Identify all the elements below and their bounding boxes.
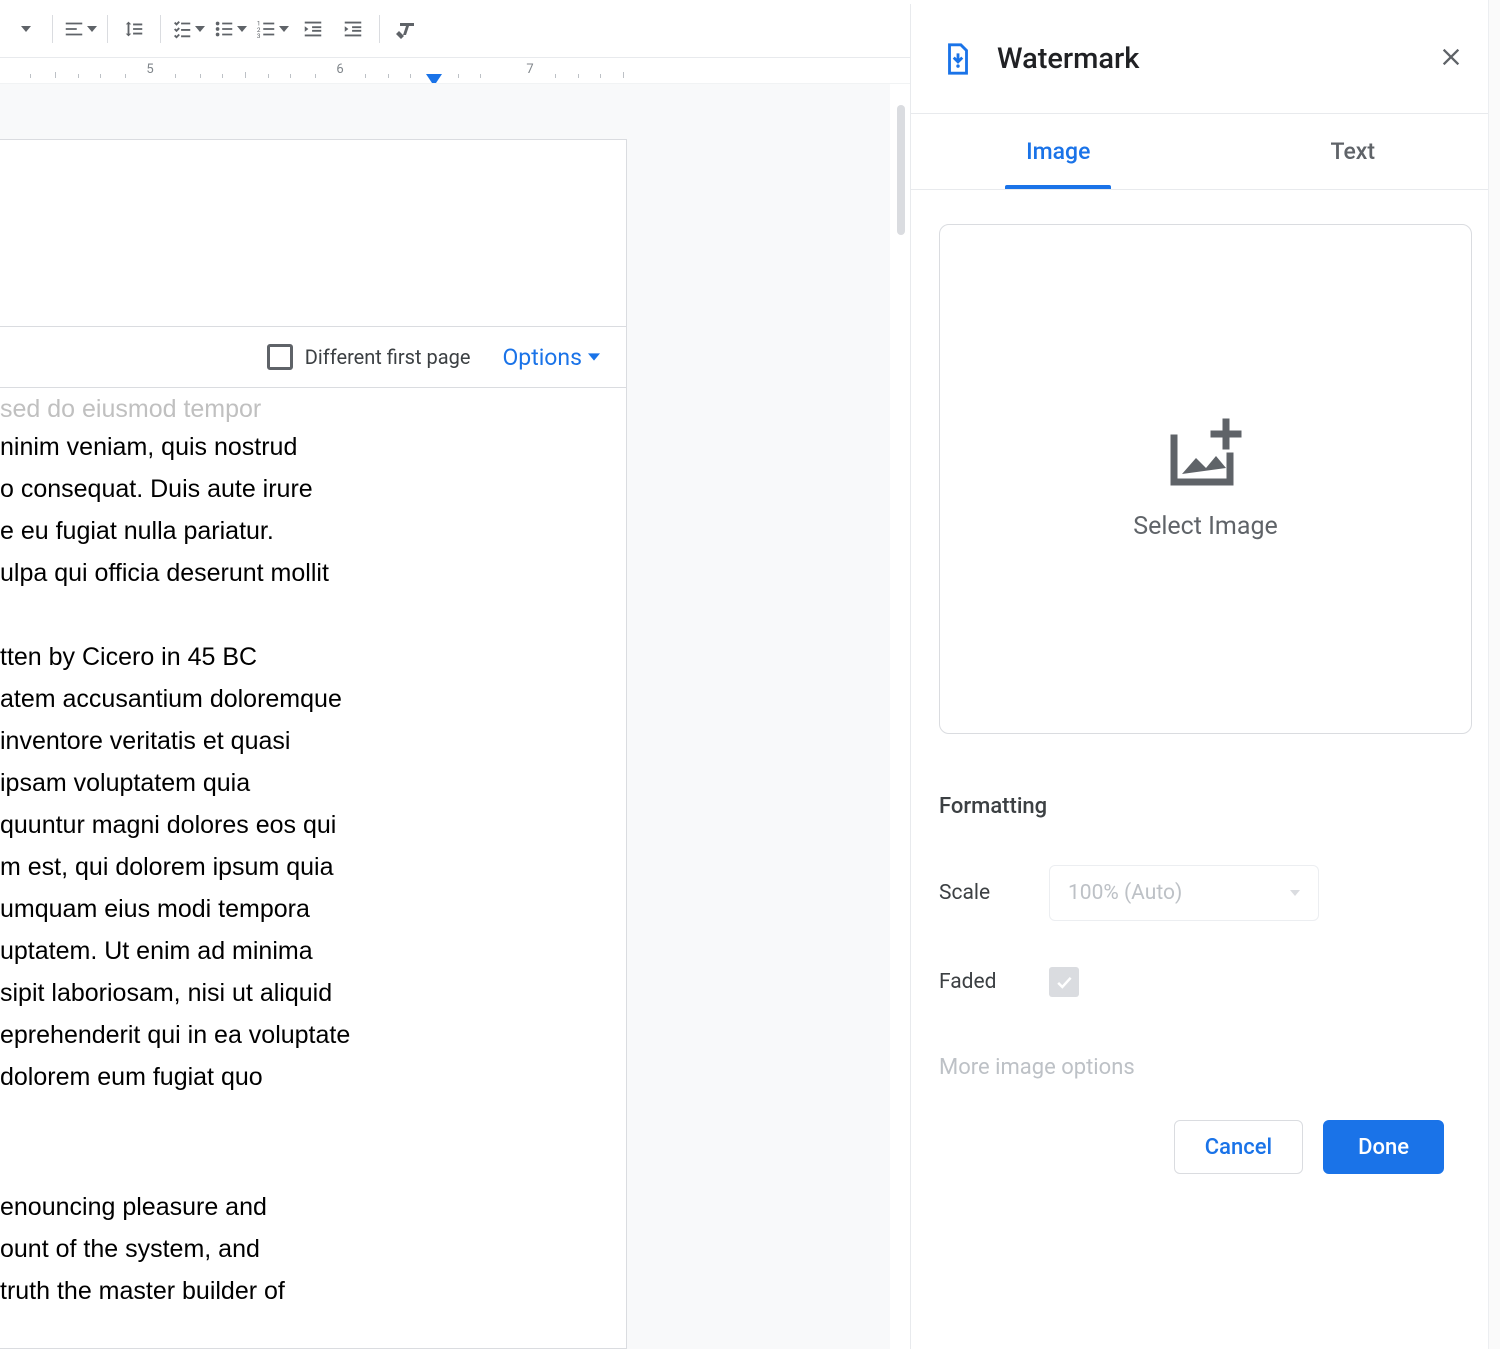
document-area: Different first page Options sed do eius… (0, 84, 890, 1349)
line-spacing-button[interactable] (116, 11, 152, 47)
decrease-indent-button[interactable] (295, 11, 331, 47)
options-label: Options (502, 344, 582, 371)
formatting-heading: Formatting (939, 794, 1472, 819)
different-first-page-label: Different first page (305, 345, 471, 369)
faded-label: Faded (939, 970, 1049, 994)
ruler-number-5: 5 (146, 62, 153, 77)
ruler-number-6: 6 (336, 62, 343, 77)
watermark-tabs: Image Text (911, 114, 1500, 190)
ruler-indent-marker[interactable] (426, 71, 442, 84)
select-image-label: Select Image (1133, 512, 1278, 541)
checkbox-icon (267, 344, 293, 370)
different-first-page-checkbox[interactable]: Different first page (267, 344, 471, 370)
header-options-dropdown[interactable]: Options (502, 344, 600, 371)
scale-value: 100% (Auto) (1068, 881, 1182, 905)
close-icon (1440, 46, 1462, 68)
scale-label: Scale (939, 881, 1049, 905)
close-sidepanel-button[interactable] (1432, 38, 1470, 80)
clear-formatting-button[interactable] (388, 11, 424, 47)
right-gutter (1488, 0, 1500, 1349)
check-icon (1054, 972, 1074, 992)
tab-text[interactable]: Text (1206, 114, 1500, 189)
tab-image[interactable]: Image (911, 114, 1206, 189)
select-image-button[interactable]: Select Image (939, 224, 1472, 734)
bulleted-list-dropdown[interactable] (211, 11, 249, 47)
align-dropdown[interactable] (61, 11, 99, 47)
add-image-icon (1168, 418, 1244, 490)
increase-indent-button[interactable] (335, 11, 371, 47)
document-body-text[interactable]: sed do eiusmod tempor ninim veniam, quis… (0, 388, 566, 1312)
scale-select[interactable]: 100% (Auto) (1049, 865, 1319, 921)
more-image-options-link[interactable]: More image options (939, 1055, 1472, 1080)
cancel-button[interactable]: Cancel (1174, 1120, 1303, 1174)
scrollbar-thumb[interactable] (897, 105, 905, 235)
watermark-sidepanel: Watermark Image Text Select Image Format… (910, 4, 1500, 1349)
svg-text:3: 3 (257, 32, 261, 40)
sidepanel-title: Watermark (997, 42, 1410, 76)
more-format-dropdown[interactable] (8, 11, 44, 47)
faded-checkbox[interactable] (1049, 967, 1079, 997)
numbered-list-dropdown[interactable]: 123 (253, 11, 291, 47)
done-button[interactable]: Done (1323, 1120, 1444, 1174)
sidepanel-header: Watermark (911, 4, 1500, 114)
chevron-down-icon (588, 353, 600, 361)
ruler-number-7: 7 (526, 62, 533, 77)
checklist-dropdown[interactable] (169, 11, 207, 47)
watermark-document-icon (941, 42, 975, 76)
header-options-bar: Different first page Options (0, 326, 626, 388)
chevron-down-icon (1290, 890, 1300, 896)
document-page[interactable]: Different first page Options sed do eius… (0, 139, 627, 1349)
